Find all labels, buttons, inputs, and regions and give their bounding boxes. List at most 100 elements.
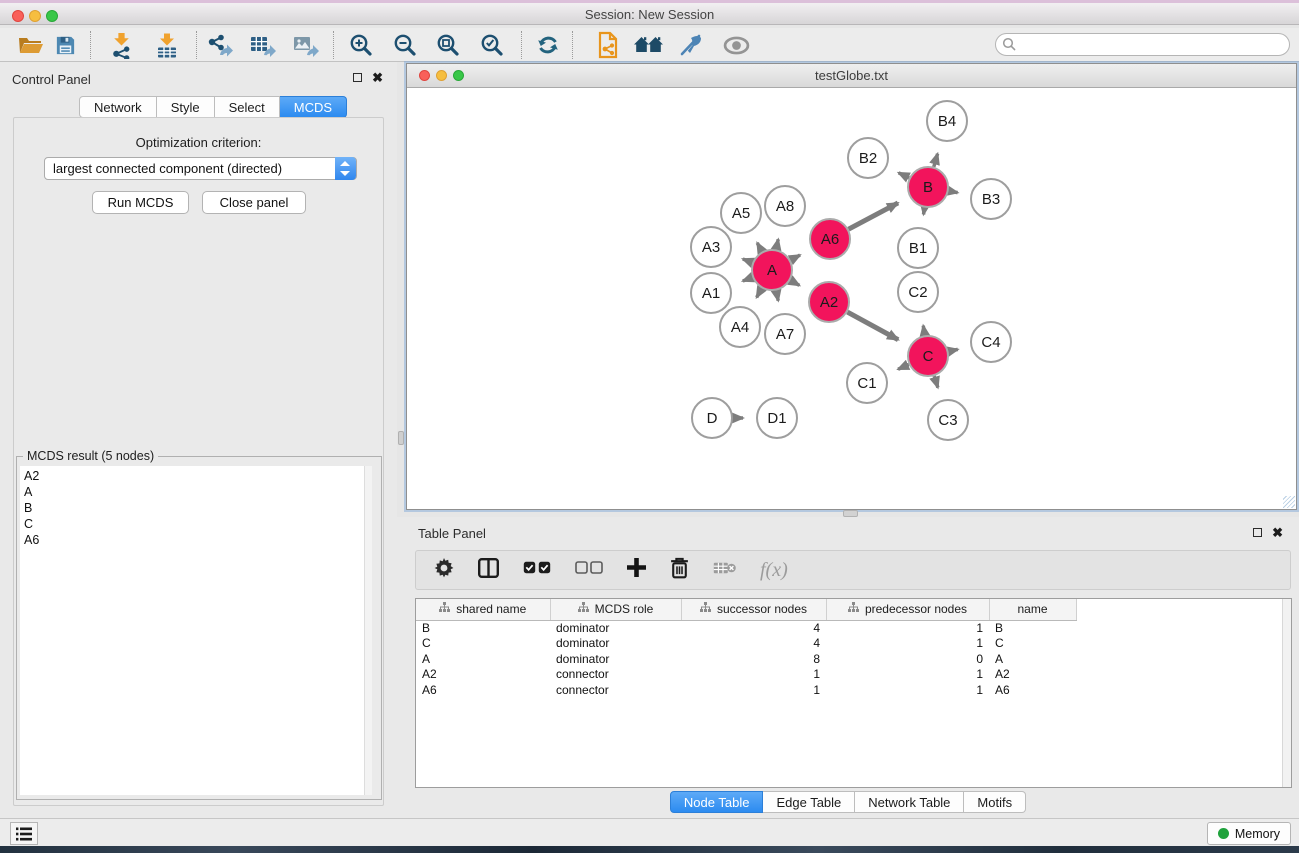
criterion-dropdown[interactable]: largest connected component (directed) xyxy=(44,157,357,180)
float-table-panel-icon[interactable] xyxy=(1253,528,1262,537)
mcds-result-list[interactable]: A2ABCA6 xyxy=(20,466,364,795)
graph-node-A8[interactable]: A8 xyxy=(765,186,805,226)
table-cell[interactable]: connector xyxy=(550,682,681,698)
graph-edge-A6-B[interactable] xyxy=(849,203,898,229)
table-cell[interactable]: A2 xyxy=(989,667,1076,683)
graph-edge-A-A1[interactable] xyxy=(743,277,753,281)
graph-edge-A-A2[interactable] xyxy=(790,280,799,285)
graph-node-A[interactable]: A xyxy=(752,250,792,290)
import-network-icon[interactable] xyxy=(103,30,139,60)
graph-edge-A-A3[interactable] xyxy=(743,259,753,263)
table-cell[interactable]: A xyxy=(989,651,1076,667)
column-header-shared-name[interactable]: shared name xyxy=(416,599,550,620)
table-cell[interactable]: C xyxy=(989,636,1076,652)
graph-edge-A-A6[interactable] xyxy=(791,255,800,260)
table-row[interactable]: A2connector11A2 xyxy=(416,667,1088,683)
run-mcds-button[interactable]: Run MCDS xyxy=(92,191,189,214)
tab-mcds[interactable]: MCDS xyxy=(280,96,347,118)
graph-node-B4[interactable]: B4 xyxy=(927,101,967,141)
apply-function-icon[interactable]: f(x) xyxy=(760,559,788,582)
graph-node-C2[interactable]: C2 xyxy=(898,272,938,312)
graph-edge-B-B1[interactable] xyxy=(924,208,925,215)
graph-edge-A-A5[interactable] xyxy=(757,243,762,252)
table-cell[interactable]: 0 xyxy=(826,651,989,667)
tab-network-table[interactable]: Network Table xyxy=(855,791,964,813)
table-cell[interactable]: B xyxy=(989,620,1076,636)
graph-node-C1[interactable]: C1 xyxy=(847,363,887,403)
table-cell[interactable]: A6 xyxy=(416,682,550,698)
zoom-fit-icon[interactable] xyxy=(430,30,466,60)
network-window-titlebar[interactable]: testGlobe.txt xyxy=(407,64,1296,88)
graph-node-C[interactable]: C xyxy=(908,336,948,376)
home-icon[interactable] xyxy=(630,30,666,60)
toggle-columns-icon[interactable] xyxy=(478,558,499,583)
table-cell[interactable]: 1 xyxy=(826,682,989,698)
graph-edge-C-C2[interactable] xyxy=(923,326,925,336)
graph-edge-C-C1[interactable] xyxy=(898,364,909,369)
graph-node-A4[interactable]: A4 xyxy=(720,307,760,347)
table-row[interactable]: Bdominator41B xyxy=(416,620,1088,636)
task-history-button[interactable] xyxy=(10,822,38,845)
tab-style[interactable]: Style xyxy=(157,96,215,118)
table-cell[interactable]: dominator xyxy=(550,651,681,667)
mcds-result-item[interactable]: A2 xyxy=(24,468,364,484)
show-graphics-details-icon[interactable] xyxy=(718,30,754,60)
table-row[interactable]: A6connector11A6 xyxy=(416,682,1088,698)
graph-node-B3[interactable]: B3 xyxy=(971,179,1011,219)
memory-button[interactable]: Memory xyxy=(1207,822,1291,845)
tab-motifs[interactable]: Motifs xyxy=(964,791,1026,813)
mcds-result-item[interactable]: C xyxy=(24,516,364,532)
graph-edge-A-A7[interactable] xyxy=(776,291,778,301)
graph-node-A3[interactable]: A3 xyxy=(691,227,731,267)
graph-node-B[interactable]: B xyxy=(908,167,948,207)
graph-node-A6[interactable]: A6 xyxy=(810,219,850,259)
graph-edge-A2-C[interactable] xyxy=(847,312,898,340)
export-image-icon[interactable] xyxy=(287,30,323,60)
network-resize-grip[interactable] xyxy=(1283,496,1295,508)
table-row[interactable]: Cdominator41C xyxy=(416,636,1088,652)
tab-network[interactable]: Network xyxy=(79,96,157,118)
graph-edge-B-B2[interactable] xyxy=(899,173,909,178)
select-all-rows-icon[interactable] xyxy=(523,561,551,579)
table-cell[interactable]: 1 xyxy=(826,620,989,636)
column-header-MCDS-role[interactable]: MCDS role xyxy=(550,599,681,620)
vertical-splitter-grip[interactable] xyxy=(398,431,404,445)
table-cell[interactable]: B xyxy=(416,620,550,636)
export-table-icon[interactable] xyxy=(244,30,280,60)
column-header-name[interactable]: name xyxy=(989,599,1076,620)
graph-node-A5[interactable]: A5 xyxy=(721,193,761,233)
graph-node-C4[interactable]: C4 xyxy=(971,322,1011,362)
table-cell[interactable]: 1 xyxy=(681,682,826,698)
float-panel-icon[interactable] xyxy=(353,73,362,82)
table-settings-gear-icon[interactable] xyxy=(434,558,454,583)
graph-node-D[interactable]: D xyxy=(692,398,732,438)
import-table-icon[interactable] xyxy=(149,30,185,60)
table-cell[interactable]: 8 xyxy=(681,651,826,667)
table-cell[interactable]: 4 xyxy=(681,636,826,652)
table-cell[interactable]: A xyxy=(416,651,550,667)
close-panel-icon[interactable]: ✖ xyxy=(372,73,383,82)
open-network-file-icon[interactable] xyxy=(590,30,626,60)
graph-node-A1[interactable]: A1 xyxy=(691,273,731,313)
graph-edge-A-A4[interactable] xyxy=(757,288,762,297)
table-cell[interactable]: 1 xyxy=(826,667,989,683)
tab-node-table[interactable]: Node Table xyxy=(670,791,764,813)
tab-select[interactable]: Select xyxy=(215,96,280,118)
mcds-result-item[interactable]: A6 xyxy=(24,532,364,548)
deselect-all-rows-icon[interactable] xyxy=(575,561,603,579)
table-cell[interactable]: dominator xyxy=(550,636,681,652)
search-input[interactable] xyxy=(995,33,1290,56)
table-cell[interactable]: C xyxy=(416,636,550,652)
tab-edge-table[interactable]: Edge Table xyxy=(763,791,855,813)
delete-column-icon[interactable] xyxy=(670,557,689,584)
graph-edge-A-A8[interactable] xyxy=(776,239,778,249)
graph-edge-C-C4[interactable] xyxy=(948,349,957,351)
table-cell[interactable]: 1 xyxy=(681,667,826,683)
refresh-icon[interactable] xyxy=(530,30,566,60)
delete-table-icon[interactable] xyxy=(713,561,736,580)
horizontal-splitter-grip[interactable] xyxy=(843,510,858,517)
mcds-result-item[interactable]: A xyxy=(24,484,364,500)
add-column-icon[interactable] xyxy=(627,558,646,582)
zoom-selected-icon[interactable] xyxy=(474,30,510,60)
mcds-result-item[interactable]: B xyxy=(24,500,364,516)
